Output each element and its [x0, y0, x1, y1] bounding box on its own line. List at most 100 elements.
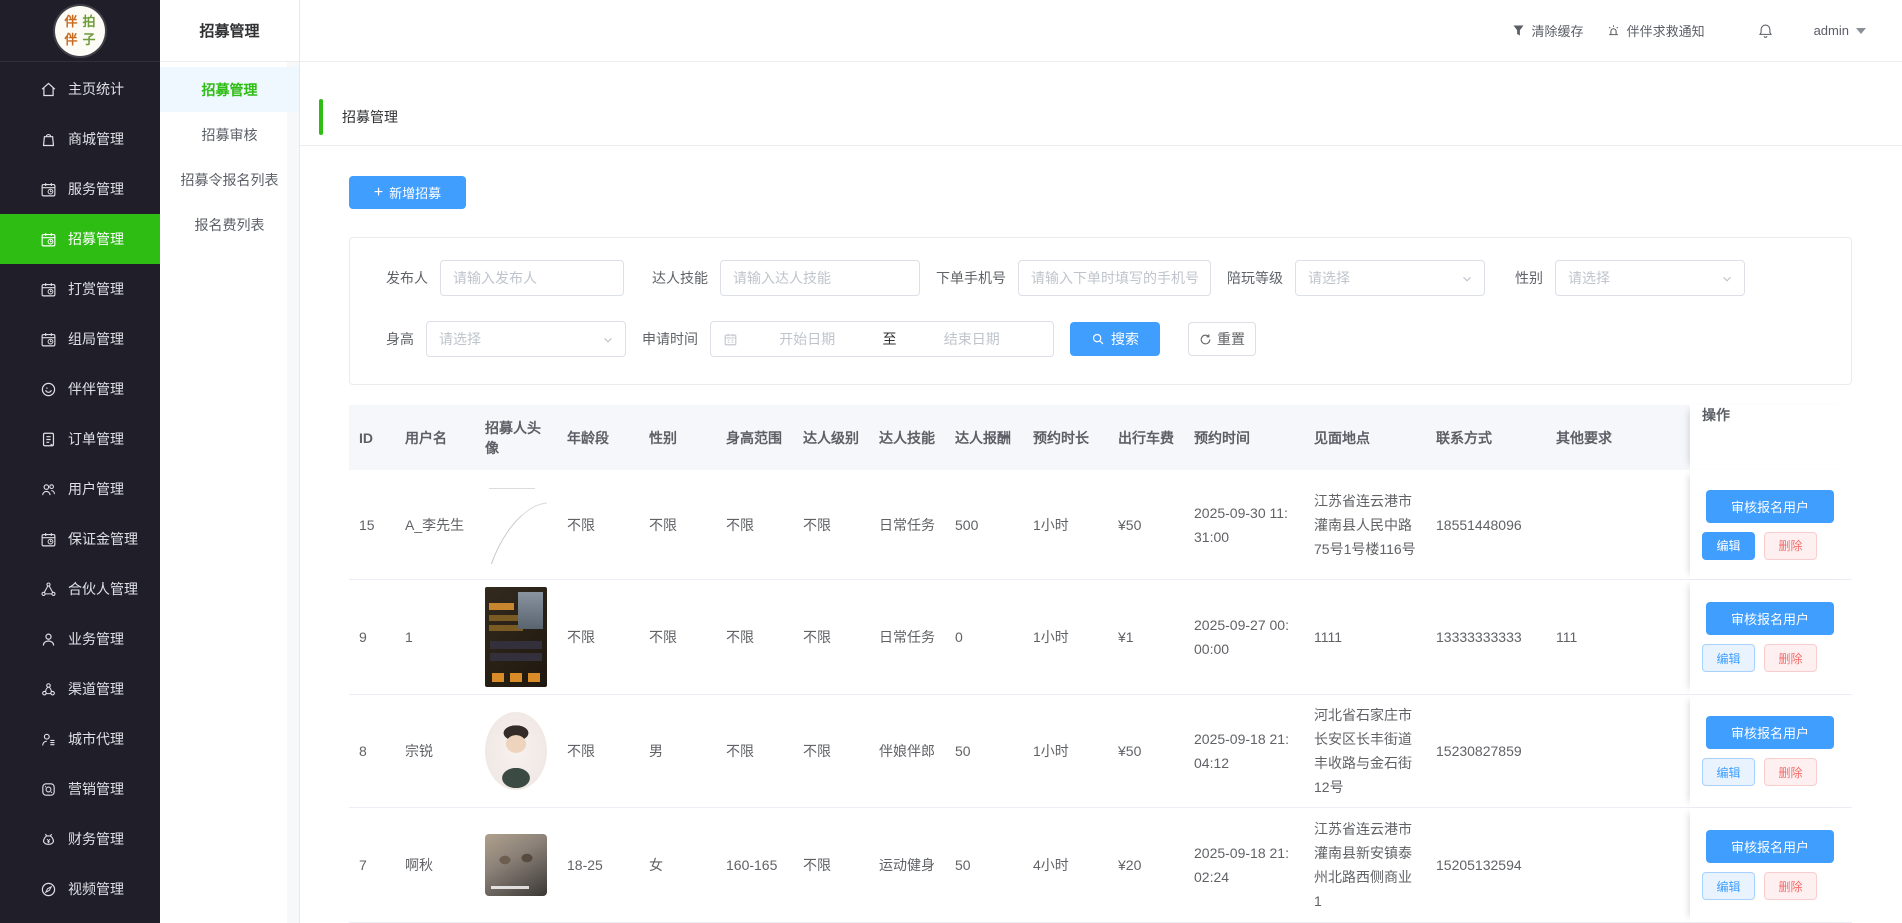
gender-placeholder: 请选择	[1568, 268, 1610, 288]
add-recruit-button[interactable]: + 新增招募	[349, 176, 466, 209]
sidebar-item[interactable]: 财务管理	[0, 814, 160, 864]
sidebar-item-icon	[40, 531, 57, 548]
table-body: 15 A_李先生 不限 不限 不限 不限 日常任务 500 1小时 ¥50 2	[349, 470, 1852, 923]
search-label: 搜索	[1111, 329, 1139, 349]
publisher-label: 发布人	[386, 268, 428, 288]
sidebar-item[interactable]: 招募管理	[0, 214, 160, 264]
submenu-item[interactable]: 报名费列表	[160, 202, 299, 247]
order-phone-input[interactable]	[1018, 260, 1211, 296]
edit-button[interactable]: 编辑	[1702, 644, 1755, 672]
cell-contact: 13333333333	[1426, 629, 1546, 645]
column-header-contact: 联系方式	[1426, 405, 1546, 470]
cell-level: 不限	[793, 515, 869, 535]
sidebar-item-label: 城市代理	[68, 729, 124, 749]
order-phone-label: 下单手机号	[936, 268, 1006, 288]
sidebar-item-label: 业务管理	[68, 629, 124, 649]
filter-panel: 发布人 达人技能 下单手机号 陪玩等级 请选择 性别 请选择 身高	[349, 237, 1852, 385]
height-select[interactable]: 请选择	[426, 321, 626, 357]
delete-button[interactable]: 删除	[1764, 644, 1817, 672]
edit-button[interactable]: 编辑	[1702, 872, 1755, 900]
sidebar-item-label: 伴伴管理	[68, 379, 124, 399]
cell-pay: 500	[945, 517, 1023, 533]
edit-button[interactable]: 编辑	[1702, 758, 1755, 786]
sidebar-item-label: 用户管理	[68, 479, 124, 499]
cell-height: 160-165	[716, 857, 793, 873]
submenu-item[interactable]: 招募令报名列表	[160, 157, 299, 202]
cell-address: 江苏省连云港市灌南县新安镇泰州北路西侧商业1	[1304, 809, 1426, 921]
chevron-down-icon	[1460, 272, 1474, 286]
user-menu[interactable]: admin	[1814, 23, 1866, 38]
cell-other: 111	[1546, 629, 1690, 645]
sidebar-item[interactable]: 渠道管理	[0, 664, 160, 714]
edit-button[interactable]: 编辑	[1702, 532, 1755, 560]
sidebar-item[interactable]: 商城管理	[0, 114, 160, 164]
row-action-buttons: 编辑 删除	[1702, 532, 1817, 560]
cell-contact: 15205132594	[1426, 857, 1546, 873]
sidebar-item[interactable]: 服务管理	[0, 164, 160, 214]
delete-button[interactable]: 删除	[1764, 758, 1817, 786]
sidebar-item[interactable]: 视频管理	[0, 864, 160, 914]
main-sidebar: 伴 拍 伴 子 主页统计 商城管理 服务管理 招募管理	[0, 0, 160, 923]
cell-avatar	[475, 486, 557, 564]
sos-notice-button[interactable]: 伴伴求救通知	[1606, 21, 1705, 40]
cell-id: 8	[349, 743, 395, 759]
submenu-item-label: 招募管理	[202, 80, 258, 100]
sidebar-item-label: 财务管理	[68, 829, 124, 849]
reset-button[interactable]: 重置	[1188, 322, 1256, 356]
review-applicants-button[interactable]: 审核报名用户	[1706, 602, 1834, 635]
publisher-input[interactable]	[440, 260, 624, 296]
sidebar-item[interactable]: 打赏管理	[0, 264, 160, 314]
recruiter-avatar-image	[485, 486, 547, 564]
review-applicants-button[interactable]: 审核报名用户	[1706, 490, 1834, 523]
logo-area: 伴 拍 伴 子	[0, 0, 160, 62]
sidebar-item-icon	[40, 581, 57, 598]
sidebar-item[interactable]: 组局管理	[0, 314, 160, 364]
column-header-address: 见面地点	[1304, 405, 1426, 470]
submenu-panel: 招募管理 招募管理 招募审核 招募令报名列表 报名费列表	[160, 0, 300, 923]
start-date-input[interactable]	[738, 331, 877, 347]
cell-address: 1111	[1304, 617, 1426, 657]
column-header-id: ID	[349, 405, 395, 470]
page-header: 招募管理	[300, 62, 1902, 146]
row-action-buttons: 编辑 删除	[1702, 758, 1817, 786]
cell-address: 江苏省连云港市灌南县人民中路75号1号楼116号	[1304, 481, 1426, 569]
cell-duration: 4小时	[1023, 855, 1108, 875]
delete-button[interactable]: 删除	[1764, 872, 1817, 900]
search-button[interactable]: 搜索	[1070, 322, 1160, 356]
cell-skill: 伴娘伴郎	[869, 741, 945, 761]
recruit-table: ID 用户名 招募人头像 年龄段 性别 身高范围 达人级别 达人技能 达人报酬 …	[349, 405, 1852, 923]
sidebar-item[interactable]: 伴伴管理	[0, 364, 160, 414]
submenu-item[interactable]: 招募管理	[160, 67, 299, 112]
sidebar-item[interactable]: 业务管理	[0, 614, 160, 664]
sidebar-item[interactable]: 合伙人管理	[0, 564, 160, 614]
notification-bell-button[interactable]	[1757, 22, 1774, 40]
title-accent-bar	[319, 99, 323, 135]
clear-cache-button[interactable]: 清除缓存	[1511, 21, 1584, 40]
gender-select[interactable]: 请选择	[1555, 260, 1745, 296]
review-applicants-button[interactable]: 审核报名用户	[1706, 716, 1834, 749]
review-applicants-button[interactable]: 审核报名用户	[1706, 830, 1834, 863]
cell-contact: 15230827859	[1426, 743, 1546, 759]
apply-time-range-picker[interactable]: 至	[710, 321, 1054, 357]
end-date-input[interactable]	[903, 331, 1042, 347]
skill-input[interactable]	[720, 260, 920, 296]
logo-char: 子	[82, 33, 95, 46]
cell-duration: 1小时	[1023, 515, 1108, 535]
sidebar-item-label: 营销管理	[68, 779, 124, 799]
delete-button[interactable]: 删除	[1764, 532, 1817, 560]
play-level-select[interactable]: 请选择	[1295, 260, 1485, 296]
sidebar-item[interactable]: 城市代理	[0, 714, 160, 764]
sidebar-item[interactable]: 保证金管理	[0, 514, 160, 564]
sidebar-item[interactable]: 订单管理	[0, 414, 160, 464]
add-recruit-label: 新增招募	[389, 183, 441, 202]
sidebar-item[interactable]: 主页统计	[0, 64, 160, 114]
play-level-placeholder: 请选择	[1308, 268, 1350, 288]
sidebar-item[interactable]: 营销管理	[0, 764, 160, 814]
submenu-item-label: 招募审核	[202, 125, 258, 145]
sidebar-item-icon	[40, 431, 57, 448]
cell-pay: 50	[945, 857, 1023, 873]
sidebar-item[interactable]: 用户管理	[0, 464, 160, 514]
sidebar-item-icon	[40, 881, 57, 898]
submenu-item[interactable]: 招募审核	[160, 112, 299, 157]
column-header-fee: 出行车费	[1108, 405, 1184, 470]
